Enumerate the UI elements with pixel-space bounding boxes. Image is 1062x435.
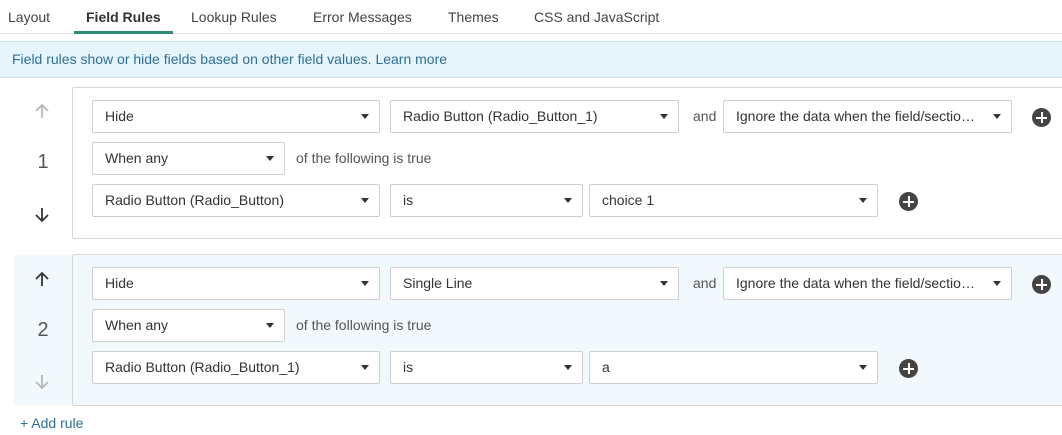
chevron-down-icon [993, 281, 1001, 286]
add-condition-icon[interactable] [899, 192, 918, 211]
rule-number: 2 [37, 319, 49, 341]
match-suffix-label: of the following is true [296, 317, 432, 333]
action-select[interactable]: Hide [92, 267, 380, 300]
add-action-icon[interactable] [1032, 275, 1051, 294]
tab-lookup-rules[interactable]: Lookup Rules [191, 0, 277, 34]
move-down-icon[interactable] [32, 372, 52, 392]
match-value: When any [105, 317, 169, 333]
and-label: and [693, 275, 717, 291]
chevron-down-icon [361, 365, 369, 370]
action-value: Hide [105, 275, 134, 291]
match-value: When any [105, 150, 169, 166]
chevron-down-icon [361, 114, 369, 119]
operator-value: is [403, 192, 414, 208]
add-action-icon[interactable] [1032, 108, 1051, 127]
match-suffix-label: of the following is true [296, 150, 432, 166]
chevron-down-icon [993, 114, 1001, 119]
operator-select[interactable]: is [390, 184, 583, 217]
condition-field-select[interactable]: Radio Button (Radio_Button) [92, 184, 380, 217]
tab-error-messages[interactable]: Error Messages [313, 0, 412, 34]
and-label: and [693, 108, 717, 124]
data-option-select[interactable]: Ignore the data when the field/section i… [723, 267, 1012, 300]
tab-layout[interactable]: Layout [8, 0, 50, 34]
data-option-value: Ignore the data when the field/section i… [736, 108, 981, 124]
target-field-select[interactable]: Single Line [390, 267, 679, 300]
condition-field-value: Radio Button (Radio_Button_1) [105, 359, 300, 375]
condition-value: choice 1 [602, 192, 655, 208]
condition-value: a [602, 359, 610, 375]
chevron-down-icon [660, 114, 668, 119]
condition-value-select[interactable]: choice 1 [589, 184, 878, 217]
learn-more-link[interactable]: Learn more [375, 51, 447, 67]
target-field-value: Single Line [403, 275, 473, 291]
move-up-icon[interactable] [32, 269, 52, 289]
chevron-down-icon [859, 365, 867, 370]
chevron-down-icon [266, 156, 274, 161]
data-option-select[interactable]: Ignore the data when the field/section i… [723, 100, 1012, 133]
chevron-down-icon [361, 198, 369, 203]
tab-themes[interactable]: Themes [448, 0, 499, 34]
operator-value: is [403, 359, 414, 375]
tab-field-rules[interactable]: Field Rules [74, 0, 173, 34]
chevron-down-icon [564, 365, 572, 370]
condition-value-select[interactable]: a [589, 351, 878, 384]
action-select[interactable]: Hide [92, 100, 380, 133]
chevron-down-icon [564, 198, 572, 203]
add-condition-icon[interactable] [899, 359, 918, 378]
move-down-icon[interactable] [32, 205, 52, 225]
chevron-down-icon [361, 281, 369, 286]
rule-order-controls: 2 [14, 255, 72, 405]
data-option-value: Ignore the data when the field/section i… [736, 275, 981, 291]
rule-number: 1 [37, 151, 49, 173]
tab-css-javascript[interactable]: CSS and JavaScript [534, 0, 659, 34]
condition-field-value: Radio Button (Radio_Button) [105, 192, 284, 208]
tab-bar: Layout Field Rules Lookup Rules Error Me… [0, 0, 1062, 34]
condition-field-select[interactable]: Radio Button (Radio_Button_1) [92, 351, 380, 384]
rule-order-controls: 1 [14, 87, 72, 238]
target-field-select[interactable]: Radio Button (Radio_Button_1) [390, 100, 679, 133]
info-banner: Field rules show or hide fields based on… [0, 41, 1062, 78]
chevron-down-icon [660, 281, 668, 286]
action-value: Hide [105, 108, 134, 124]
operator-select[interactable]: is [390, 351, 583, 384]
add-rule-link[interactable]: + Add rule [20, 413, 83, 433]
match-select[interactable]: When any [92, 142, 285, 175]
match-select[interactable]: When any [92, 309, 285, 342]
target-field-value: Radio Button (Radio_Button_1) [403, 108, 598, 124]
move-up-icon[interactable] [32, 101, 52, 121]
chevron-down-icon [266, 323, 274, 328]
chevron-down-icon [859, 198, 867, 203]
info-text: Field rules show or hide fields based on… [12, 51, 372, 67]
